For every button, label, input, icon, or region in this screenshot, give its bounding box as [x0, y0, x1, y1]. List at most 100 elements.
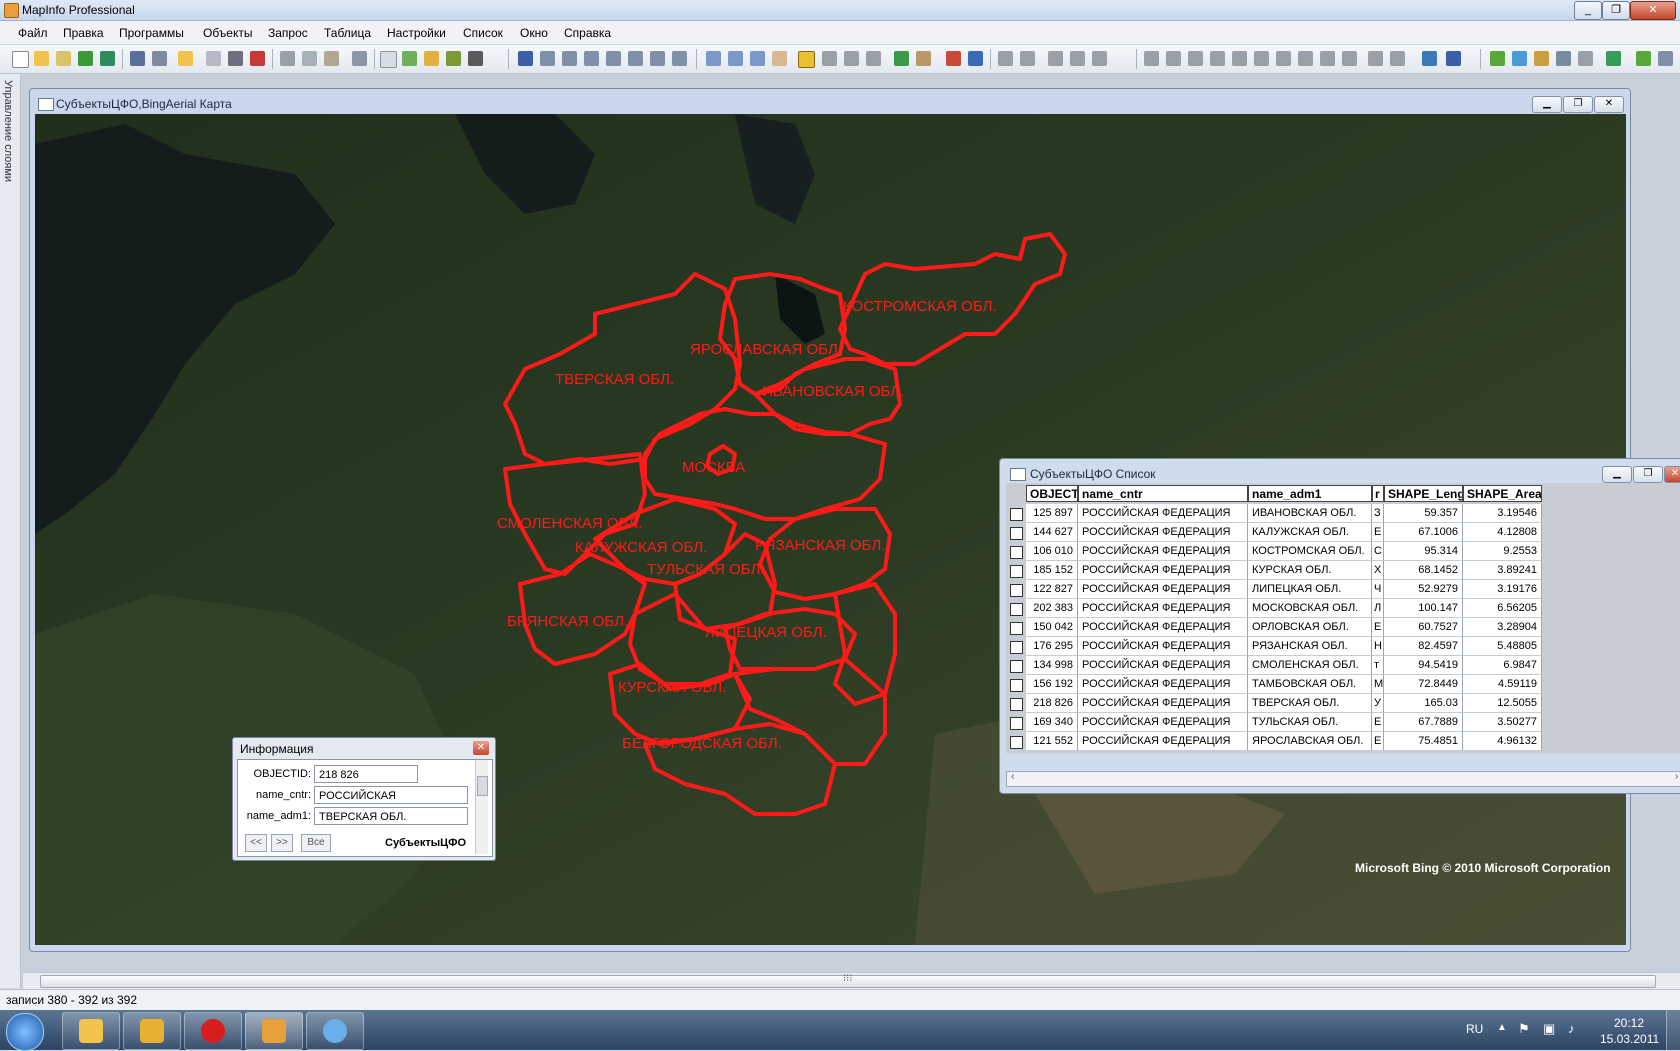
table-cell-cntr[interactable]: РОССИЙСКАЯ ФЕДЕРАЦИЯ	[1078, 580, 1248, 599]
taskbar-explorer[interactable]	[62, 1012, 120, 1050]
info-tool-icon[interactable]	[798, 51, 815, 68]
legend-icon[interactable]	[946, 51, 961, 66]
table-cell-cntr[interactable]: РОССИЙСКАЯ ФЕДЕРАЦИЯ	[1078, 561, 1248, 580]
table-cell-cntr[interactable]: РОССИЙСКАЯ ФЕДЕРАЦИЯ	[1078, 542, 1248, 561]
table-cell-area[interactable]: 6.56205	[1463, 599, 1542, 618]
new-icon[interactable]	[12, 51, 29, 68]
table-cell-adm1[interactable]: КОСТРОМСКАЯ ОБЛ.	[1248, 542, 1372, 561]
table-cell-id[interactable]: 122 827	[1026, 580, 1078, 599]
table-cell-id[interactable]: 202 383	[1026, 599, 1078, 618]
paste-icon[interactable]	[324, 51, 339, 66]
info-vertical-scrollbar[interactable]	[475, 760, 488, 854]
table-cell-cntr[interactable]: РОССИЙСКАЯ ФЕДЕРАЦИЯ	[1078, 637, 1248, 656]
table-cell-len[interactable]: 67.1006	[1384, 523, 1463, 542]
table-cell-r[interactable]: У	[1372, 694, 1384, 713]
table-cell-cntr[interactable]: РОССИЙСКАЯ ФЕДЕРАЦИЯ	[1078, 675, 1248, 694]
table-cell-len[interactable]: 75.4851	[1384, 732, 1463, 751]
tool-manager-icon[interactable]	[1490, 51, 1505, 66]
clock-time[interactable]: 20:12	[1614, 1016, 1644, 1030]
split-icon[interactable]	[1092, 51, 1107, 66]
table-row[interactable]: 150 042 РОССИЙСКАЯ ФЕДЕРАЦИЯ ОРЛОВСКАЯ ОБЛ…	[1008, 618, 1560, 637]
info-close-button[interactable]: ✕	[473, 741, 489, 755]
table-cell-cntr[interactable]: РОССИЙСКАЯ ФЕДЕРАЦИЯ	[1078, 656, 1248, 675]
column-header[interactable]: SHAPE_Leng	[1384, 485, 1463, 502]
table-cell-id[interactable]: 121 552	[1026, 732, 1078, 751]
taskbar-mapinfo[interactable]	[245, 1012, 303, 1050]
table-cell-id[interactable]: 134 998	[1026, 656, 1078, 675]
table-cell-adm1[interactable]: ЛИПЕЦКАЯ ОБЛ.	[1248, 580, 1372, 599]
table-cell-len[interactable]: 59.357	[1384, 504, 1463, 523]
label-tool-icon[interactable]	[822, 51, 837, 66]
menu-edit[interactable]: Правка	[63, 26, 104, 40]
row-select-checkbox[interactable]	[1010, 527, 1023, 540]
prev-record-button[interactable]: <<	[245, 834, 267, 852]
invert-selection-icon[interactable]	[650, 51, 665, 66]
horizontal-scrollbar[interactable]: ⁝⁝⁝	[23, 972, 1680, 989]
table-cell-area[interactable]: 3.28904	[1463, 618, 1542, 637]
row-select-checkbox[interactable]	[1010, 641, 1023, 654]
table-cell-id[interactable]: 144 627	[1026, 523, 1078, 542]
table-row[interactable]: 122 827 РОССИЙСКАЯ ФЕДЕРАЦИЯ ЛИПЕЦКАЯ ОБЛ.…	[1008, 580, 1560, 599]
table-cell-adm1[interactable]: ТУЛЬСКАЯ ОБЛ.	[1248, 713, 1372, 732]
zoom-in-icon[interactable]	[706, 51, 721, 66]
set-clip-icon[interactable]	[1020, 51, 1035, 66]
table-cell-adm1[interactable]: ТАМБОВСКАЯ ОБЛ.	[1248, 675, 1372, 694]
column-header[interactable]: SHAPE_Area	[1463, 485, 1542, 502]
table-cell-adm1[interactable]: ТВЕРСКАЯ ОБЛ.	[1248, 694, 1372, 713]
table-cell-cntr[interactable]: РОССИЙСКАЯ ФЕДЕРАЦИЯ	[1078, 523, 1248, 542]
layer-control-panel-tab[interactable]: Управление слоями	[0, 74, 21, 988]
table-cell-id[interactable]: 185 152	[1026, 561, 1078, 580]
table-cell-r[interactable]: Л	[1372, 599, 1384, 618]
zoom-out-icon[interactable]	[728, 51, 743, 66]
table-row[interactable]: 218 826 РОССИЙСКАЯ ФЕДЕРАЦИЯ ТВЕРСКАЯ ОБЛ.…	[1008, 694, 1560, 713]
table-cell-adm1[interactable]: КАЛУЖСКАЯ ОБЛ.	[1248, 523, 1372, 542]
open-workspace-icon[interactable]	[56, 51, 71, 66]
table-cell-adm1[interactable]: КУРСКАЯ ОБЛ.	[1248, 561, 1372, 580]
new-graph-icon[interactable]	[424, 51, 439, 66]
table-cell-adm1[interactable]: ЯРОСЛАВСКАЯ ОБЛ.	[1248, 732, 1372, 751]
table-cell-r[interactable]: т	[1372, 656, 1384, 675]
map-minimize-button[interactable]: ▁	[1532, 96, 1562, 113]
table-cell-adm1[interactable]: РЯЗАНСКАЯ ОБЛ.	[1248, 637, 1372, 656]
row-select-checkbox[interactable]	[1010, 584, 1023, 597]
menu-objects[interactable]: Объекты	[203, 26, 253, 40]
add-node-icon[interactable]	[1070, 51, 1085, 66]
select-arrow-icon[interactable]	[518, 51, 533, 66]
table-cell-adm1[interactable]: ИВАНОВСКАЯ ОБЛ.	[1248, 504, 1372, 523]
close-button[interactable]: ✕	[1630, 1, 1676, 20]
table-cell-len[interactable]: 165.03	[1384, 694, 1463, 713]
menu-help[interactable]: Справка	[564, 26, 611, 40]
table-cell-id[interactable]: 169 340	[1026, 713, 1078, 732]
menu-table[interactable]: Таблица	[324, 26, 371, 40]
symbol-tool-icon[interactable]	[1144, 51, 1159, 66]
table-cell-len[interactable]: 67.7889	[1384, 713, 1463, 732]
menu-settings[interactable]: Настройки	[387, 26, 446, 40]
table-cell-id[interactable]: 218 826	[1026, 694, 1078, 713]
list-close-button[interactable]: ✕	[1664, 466, 1680, 483]
polygon-select-icon[interactable]	[584, 51, 599, 66]
marquee-select-icon[interactable]	[540, 51, 555, 66]
row-select-checkbox[interactable]	[1010, 717, 1023, 730]
table-cell-r[interactable]: С	[1372, 542, 1384, 561]
table-cell-adm1[interactable]: МОСКОВСКАЯ ОБЛ.	[1248, 599, 1372, 618]
table-cell-area[interactable]: 3.19546	[1463, 504, 1542, 523]
table-cell-cntr[interactable]: РОССИЙСКАЯ ФЕДЕРАЦИЯ	[1078, 599, 1248, 618]
name-cntr-field[interactable]: РОССИЙСКАЯ ФЕДЕРАЦИЯ	[314, 786, 468, 820]
taskbar-opera[interactable]	[184, 1012, 242, 1050]
new-map-icon[interactable]	[402, 51, 417, 66]
help-icon[interactable]	[1606, 51, 1621, 66]
exit-icon[interactable]	[1658, 51, 1673, 66]
new-redistrict-icon[interactable]	[468, 51, 483, 66]
open-web-icon[interactable]	[100, 51, 115, 66]
clock-date[interactable]: 15.03.2011	[1600, 1032, 1659, 1046]
digitize-icon[interactable]	[1422, 51, 1437, 66]
web-services-icon[interactable]	[1512, 51, 1527, 66]
table-cell-area[interactable]: 4.12808	[1463, 523, 1542, 542]
action-center-icon[interactable]: ⚑	[1518, 1021, 1530, 1037]
row-select-checkbox[interactable]	[1010, 660, 1023, 673]
table-cell-adm1[interactable]: СМОЛЕНСКАЯ ОБЛ.	[1248, 656, 1372, 675]
unselect-icon[interactable]	[628, 51, 643, 66]
row-select-checkbox[interactable]	[1010, 565, 1023, 578]
network-icon[interactable]: ▣	[1543, 1021, 1555, 1037]
row-select-checkbox[interactable]	[1010, 508, 1023, 521]
